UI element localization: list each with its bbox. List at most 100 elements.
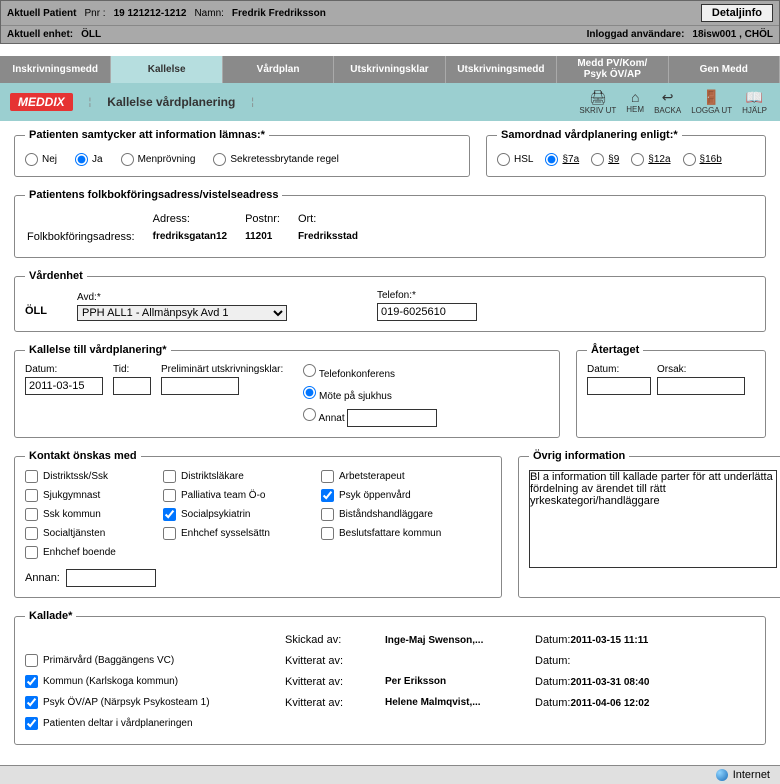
adress-value: fredriksgatan12 [153, 229, 243, 245]
samtycke-ja[interactable]: Ja [75, 153, 103, 166]
kallelse-legend: Kallelse till vårdplanering* [25, 344, 171, 356]
chk-socialpsykiatrin[interactable]: Socialpsykiatrin [163, 508, 313, 521]
chk-beslutsfattare[interactable]: Beslutsfattare kommun [321, 527, 491, 540]
tab-vardplan[interactable]: Vårdplan [223, 56, 334, 83]
telefon-input[interactable] [377, 303, 477, 321]
chk-socialtjansten[interactable]: Socialtjänsten [25, 527, 155, 540]
chk-enhchef-syssel[interactable]: Enhchef sysselsättn [163, 527, 313, 540]
chk-kommun[interactable]: Kommun (Karlskoga kommun) [25, 675, 285, 688]
back-arrow-icon: ↩ [662, 89, 674, 106]
kvitterat-datum-2: 2011-03-31 08:40 [570, 677, 649, 688]
globe-icon [716, 769, 728, 781]
chk-bistand[interactable]: Biståndshandläggare [321, 508, 491, 521]
separator-icon: ¦ [251, 97, 254, 108]
skickad-av-label: Skickad av: [285, 634, 385, 646]
annat-input[interactable] [347, 409, 437, 427]
kvitterat-label-2: Kvitterat av: [285, 676, 385, 688]
home-icon: ⌂ [631, 89, 639, 105]
inloggad-value: 18isw001 , CHÖL [692, 29, 773, 40]
samordnad-16b[interactable]: §16b [683, 153, 722, 166]
tab-gen-medd[interactable]: Gen Medd [669, 56, 780, 83]
atertaget-legend: Återtaget [587, 344, 643, 356]
tab-utskrivningsmedd[interactable]: Utskrivningsmedd [446, 56, 557, 83]
ort-label: Ort: [298, 211, 374, 227]
samordnad-hsl[interactable]: HSL [497, 153, 533, 166]
chk-sjukgymnast[interactable]: Sjukgymnast [25, 489, 155, 502]
samtycke-sekretess[interactable]: Sekretessbrytande regel [213, 153, 338, 166]
kvitterat-label-1: Kvitterat av: [285, 655, 385, 667]
samtycke-legend: Patienten samtycker att information lämn… [25, 129, 269, 141]
avd-select[interactable]: PPH ALL1 - Allmänpsyk Avd 1 [77, 305, 287, 321]
vardenhet-legend: Vårdenhet [25, 270, 87, 282]
back-button[interactable]: ↩BACKA [651, 89, 684, 115]
tab-utskrivningsklar[interactable]: Utskrivningsklar [334, 56, 445, 83]
ovrig-textarea[interactable]: Bl a information till kallade parter för… [529, 470, 777, 568]
help-button[interactable]: 📖HJÄLP [739, 89, 770, 115]
chk-ssk-kommun[interactable]: Ssk kommun [25, 508, 155, 521]
adress-label: Adress: [153, 211, 243, 227]
namn-label: Namn: [194, 8, 223, 19]
chk-enhchef-boende[interactable]: Enhchef boende [25, 546, 155, 559]
chk-distriktssk[interactable]: Distriktssk/Ssk [25, 470, 155, 483]
kallelse-tid-input[interactable] [113, 377, 151, 395]
home-button[interactable]: ⌂HEM [623, 89, 647, 115]
mote-radio[interactable]: Möte på sjukhus [303, 386, 437, 402]
pnr-label: Pnr : [84, 8, 105, 19]
annan-input[interactable] [66, 569, 156, 587]
chk-palliativa[interactable]: Palliativa team Ö-o [163, 489, 313, 502]
annan-label: Annan: [25, 572, 60, 584]
samtycke-nej[interactable]: Nej [25, 153, 57, 166]
chk-psyk-ovap[interactable]: Psyk ÖV/AP (Närpsyk Psykosteam 1) [25, 696, 285, 709]
chk-arbetsterapeut[interactable]: Arbetsterapeut [321, 470, 491, 483]
ort-value: Fredriksstad [298, 229, 374, 245]
kallelse-datum-label: Datum: [25, 364, 103, 375]
atertaget-datum-input[interactable] [587, 377, 651, 395]
logout-button[interactable]: 🚪LOGGA UT [688, 89, 735, 115]
samtycke-menprovning[interactable]: Menprövning [121, 153, 196, 166]
postnr-value: 11201 [245, 229, 296, 245]
namn-value: Fredrik Fredriksson [232, 8, 326, 19]
prel-label: Preliminärt utskrivningsklar: [161, 364, 283, 375]
chk-psyk-oppenvard[interactable]: Psyk öppenvård [321, 489, 491, 502]
telefon-label: Telefon:* [377, 290, 477, 301]
kvitterat-label-3: Kvitterat av: [285, 697, 385, 709]
chk-primarvard[interactable]: Primärvård (Baggängens VC) [25, 654, 285, 667]
status-internet: Internet [733, 769, 770, 781]
prel-input[interactable] [161, 377, 239, 395]
folkbok-legend: Patientens folkbokföringsadress/vistelse… [25, 189, 282, 201]
door-icon: 🚪 [703, 89, 720, 106]
postnr-label: Postnr: [245, 211, 296, 227]
detaljinfo-button[interactable]: Detaljinfo [701, 4, 773, 22]
kallade-legend: Kallade* [25, 610, 76, 622]
tab-medd-pvkom[interactable]: Medd PV/Kom/ Psyk ÖV/AP [557, 56, 668, 83]
tab-kallelse[interactable]: Kallelse [111, 56, 222, 83]
atertaget-datum-label: Datum: [587, 364, 651, 375]
enhet-label: Aktuell enhet: [7, 29, 73, 40]
page-title: Kallelse vårdplanering [107, 95, 235, 109]
printer-icon: 🖨 [589, 89, 607, 106]
annat-radio[interactable]: Annat [303, 408, 437, 427]
folkbok-row-label: Folkbokföringsadress: [27, 229, 151, 245]
telekonferens-radio[interactable]: Telefonkonferens [303, 364, 437, 380]
kontakt-legend: Kontakt önskas med [25, 450, 141, 462]
chk-distriktslakare[interactable]: Distriktsläkare [163, 470, 313, 483]
vardenhet-oll: ÖLL [25, 305, 47, 321]
atertaget-orsak-input[interactable] [657, 377, 745, 395]
kvitterat-datum-3: 2011-04-06 12:02 [570, 698, 649, 709]
inloggad-label: Inloggad användare: [587, 29, 685, 40]
samordnad-7a[interactable]: §7a [545, 153, 579, 166]
chk-patienten-deltar[interactable]: Patienten deltar i vårdplaneringen [25, 717, 285, 730]
kvitterat-name-3: Helene Malmqvist,... [385, 697, 535, 708]
book-icon: 📖 [746, 89, 763, 106]
kvitterat-name-2: Per Eriksson [385, 676, 535, 687]
tab-inskrivningsmedd[interactable]: Inskrivningsmedd [0, 56, 111, 83]
samordnad-12a[interactable]: §12a [631, 153, 670, 166]
aktuell-patient-label: Aktuell Patient [7, 8, 76, 19]
kallelse-datum-input[interactable] [25, 377, 103, 395]
enhet-value: ÖLL [81, 29, 101, 40]
separator-icon: ¦ [89, 97, 92, 108]
atertaget-orsak-label: Orsak: [657, 364, 745, 375]
brand-logo: MEDDIX [10, 93, 73, 111]
print-button[interactable]: 🖨SKRIV UT [576, 89, 619, 115]
samordnad-9[interactable]: §9 [591, 153, 619, 166]
